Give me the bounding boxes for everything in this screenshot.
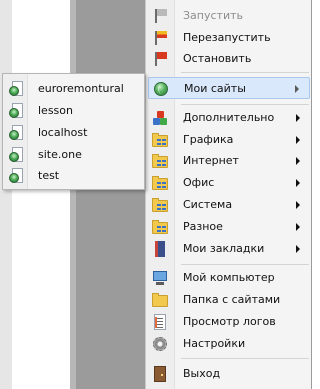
submenu-arrow-icon (296, 223, 300, 231)
menu-item-settings[interactable]: Настройки (148, 333, 310, 355)
site-item-euroremontural[interactable]: euroremontural (4, 78, 143, 100)
background-window-edge (70, 0, 76, 389)
site-item-label: euroremontural (38, 82, 124, 95)
menu-separator (181, 104, 309, 105)
menu-item-label: Дополнительно (183, 111, 275, 124)
submenu-arrow-icon (296, 157, 300, 165)
menu-separator (181, 264, 309, 265)
menu-item-view-logs[interactable]: Просмотр логов (148, 311, 310, 333)
blocks-icon (152, 110, 168, 126)
menu-item-start[interactable]: Запустить (148, 5, 310, 27)
site-page-icon (8, 81, 24, 97)
menu-separator (181, 358, 309, 359)
site-item-label: test (38, 169, 60, 182)
menu-item-label: Просмотр логов (183, 315, 276, 328)
gear-icon (152, 336, 168, 352)
site-page-icon (8, 147, 24, 163)
folder-grid-icon (152, 153, 168, 169)
background-left-strip (0, 0, 12, 389)
menu-item-label: Графика (183, 133, 234, 146)
site-page-icon (8, 103, 24, 119)
site-item-site-one[interactable]: site.one (4, 144, 143, 166)
folder-grid-icon (152, 219, 168, 235)
submenu-arrow-icon (296, 114, 300, 122)
submenu-arrow-icon (296, 245, 300, 253)
menu-item-bookmarks[interactable]: Мои закладки (148, 238, 310, 260)
flag-yellow-red-icon (152, 30, 168, 46)
site-item-localhost[interactable]: localhost (4, 122, 143, 144)
menu-item-label: Выход (183, 367, 221, 380)
site-page-icon (8, 168, 24, 184)
menu-item-label: Система (183, 198, 233, 211)
menu-item-label: Папка с сайтами (183, 293, 281, 306)
my-sites-submenu: euroremontural lesson localhost site.one… (2, 73, 145, 190)
site-page-icon (8, 125, 24, 141)
site-item-label: lesson (38, 104, 73, 117)
flag-gray-icon (152, 8, 168, 24)
folder-grid-icon (152, 197, 168, 213)
menu-separator (181, 72, 309, 73)
menu-item-label: Настройки (183, 337, 246, 350)
menu-item-label: Интернет (183, 154, 239, 167)
menu-item-stop[interactable]: Остановить (148, 48, 310, 70)
menu-item-label: Запустить (183, 9, 243, 22)
submenu-arrow-icon (296, 201, 300, 209)
menu-item-internet[interactable]: Интернет (148, 150, 310, 172)
flag-red-icon (152, 51, 168, 67)
menu-item-label: Мой компьютер (183, 271, 275, 284)
menu-item-sites-folder[interactable]: Папка с сайтами (148, 289, 310, 311)
menu-item-graphics[interactable]: Графика (148, 129, 310, 151)
menu-item-system[interactable]: Система (148, 194, 310, 216)
submenu-arrow-icon (296, 179, 300, 187)
computer-icon (152, 270, 168, 286)
submenu-arrow-icon (296, 136, 300, 144)
site-item-test[interactable]: test (4, 165, 143, 187)
log-document-icon (152, 314, 168, 330)
menu-item-label: Офис (183, 176, 215, 189)
tray-context-menu: Запустить Перезапустить Остановить Мои с… (145, 0, 311, 389)
menu-item-my-sites[interactable]: Мои сайты (148, 77, 310, 99)
menu-item-restart[interactable]: Перезапустить (148, 27, 310, 49)
globe-icon (153, 81, 169, 97)
menu-item-label: Разное (183, 220, 223, 233)
folder-grid-icon (152, 175, 168, 191)
site-item-lesson[interactable]: lesson (4, 100, 143, 122)
submenu-arrow-icon (295, 85, 299, 93)
exit-door-icon (152, 366, 168, 382)
menu-item-label: Перезапустить (183, 31, 271, 44)
site-item-label: localhost (38, 126, 88, 139)
site-item-label: site.one (38, 148, 82, 161)
menu-item-label: Мои закладки (183, 242, 265, 255)
menu-item-misc[interactable]: Разное (148, 216, 310, 238)
menu-item-my-computer[interactable]: Мой компьютер (148, 267, 310, 289)
folder-icon (152, 292, 168, 308)
folder-grid-icon (152, 132, 168, 148)
menu-item-label: Мои сайты (184, 82, 246, 95)
menu-item-exit[interactable]: Выход (148, 363, 310, 385)
menu-item-additional[interactable]: Дополнительно (148, 107, 310, 129)
menu-item-office[interactable]: Офис (148, 172, 310, 194)
bookmarks-book-icon (152, 241, 168, 257)
menu-item-label: Остановить (183, 52, 252, 65)
